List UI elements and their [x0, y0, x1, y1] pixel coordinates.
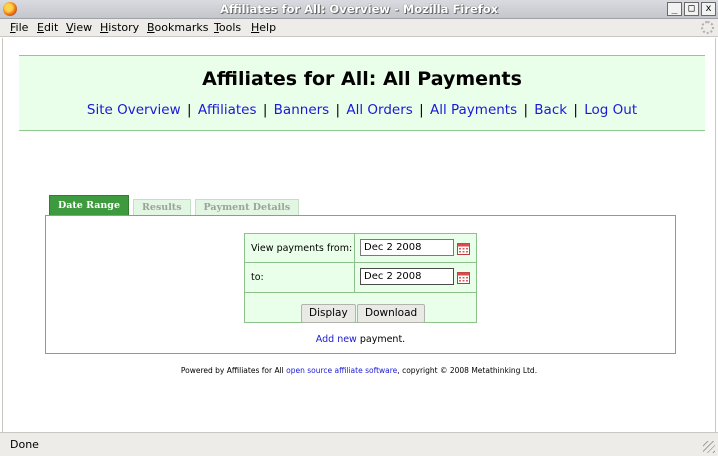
- menu-bookmarks[interactable]: Bookmarks: [147, 21, 208, 34]
- minimize-button[interactable]: _: [667, 2, 682, 16]
- from-label: View payments from:: [245, 234, 355, 262]
- page-title: Affiliates for All: All Payments: [202, 68, 522, 90]
- nav-site-overview[interactable]: Site Overview: [87, 102, 181, 118]
- to-label: to:: [245, 263, 355, 292]
- page-viewport: Affiliates for All: All Payments Site Ov…: [2, 38, 716, 432]
- footer-software-link[interactable]: open source affiliate software: [286, 366, 397, 375]
- display-button[interactable]: Display: [301, 304, 356, 323]
- nav-affiliates[interactable]: Affiliates: [198, 102, 257, 118]
- window-controls: _ □ x: [667, 2, 716, 16]
- menu-edit[interactable]: Edit: [37, 21, 58, 34]
- date-range-form: View payments from: Dec 2 2008 to: Dec 2…: [244, 233, 477, 323]
- nav-back[interactable]: Back: [534, 102, 567, 118]
- nav-banners[interactable]: Banners: [274, 102, 330, 118]
- tab-results[interactable]: Results: [133, 199, 191, 215]
- date-range-panel: View payments from: Dec 2 2008 to: Dec 2…: [45, 215, 676, 354]
- to-date-input[interactable]: Dec 2 2008: [360, 268, 454, 285]
- add-payment-suffix: payment.: [356, 334, 406, 345]
- nav-all-orders[interactable]: All Orders: [346, 102, 412, 118]
- status-text: Done: [10, 438, 39, 451]
- tab-date-range[interactable]: Date Range: [49, 195, 129, 215]
- menu-help[interactable]: Help: [251, 21, 276, 34]
- nav-separator: |: [419, 102, 424, 118]
- from-row: View payments from: Dec 2 2008: [245, 234, 476, 263]
- tab-strip: Date Range Results Payment Details: [49, 195, 300, 215]
- footer-copyright: , copyright © 2008 Metathinking Ltd.: [397, 366, 538, 375]
- menu-tools[interactable]: Tools: [214, 21, 241, 34]
- nav-separator: |: [573, 102, 578, 118]
- calendar-icon[interactable]: [457, 242, 470, 255]
- nav-log-out[interactable]: Log Out: [584, 102, 637, 118]
- nav-all-payments[interactable]: All Payments: [430, 102, 517, 118]
- download-button[interactable]: Download: [357, 304, 426, 323]
- page-footer: Powered by Affiliates for All open sourc…: [3, 366, 715, 375]
- menu-history[interactable]: History: [100, 21, 139, 34]
- site-nav: Site Overview | Affiliates | Banners | A…: [19, 102, 705, 118]
- page-header: Affiliates for All: All Payments Site Ov…: [19, 55, 705, 131]
- add-payment-line: Add new payment.: [46, 334, 675, 345]
- to-row: to: Dec 2 2008: [245, 263, 476, 293]
- resize-grip-icon[interactable]: [703, 441, 715, 453]
- from-date-input[interactable]: Dec 2 2008: [360, 239, 454, 256]
- window-title: Affiliates for All: Overview - Mozilla F…: [219, 2, 499, 16]
- nav-separator: |: [335, 102, 341, 118]
- nav-separator: |: [186, 102, 192, 118]
- status-bar: Done: [0, 432, 718, 456]
- nav-separator: |: [523, 102, 528, 118]
- window-titlebar: Affiliates for All: Overview - Mozilla F…: [0, 0, 718, 19]
- add-new-payment-link[interactable]: Add new: [316, 334, 357, 345]
- menubar: File Edit View History Bookmarks Tools H…: [0, 19, 718, 37]
- nav-separator: |: [262, 102, 268, 118]
- maximize-button[interactable]: □: [684, 2, 699, 16]
- activity-throbber-icon: [701, 21, 714, 34]
- menu-view[interactable]: View: [66, 21, 92, 34]
- calendar-icon[interactable]: [457, 271, 470, 284]
- close-button[interactable]: x: [701, 2, 716, 16]
- menu-file[interactable]: File: [10, 21, 28, 34]
- footer-prefix: Powered by Affiliates for All: [180, 366, 287, 375]
- tab-payment-details[interactable]: Payment Details: [194, 199, 300, 215]
